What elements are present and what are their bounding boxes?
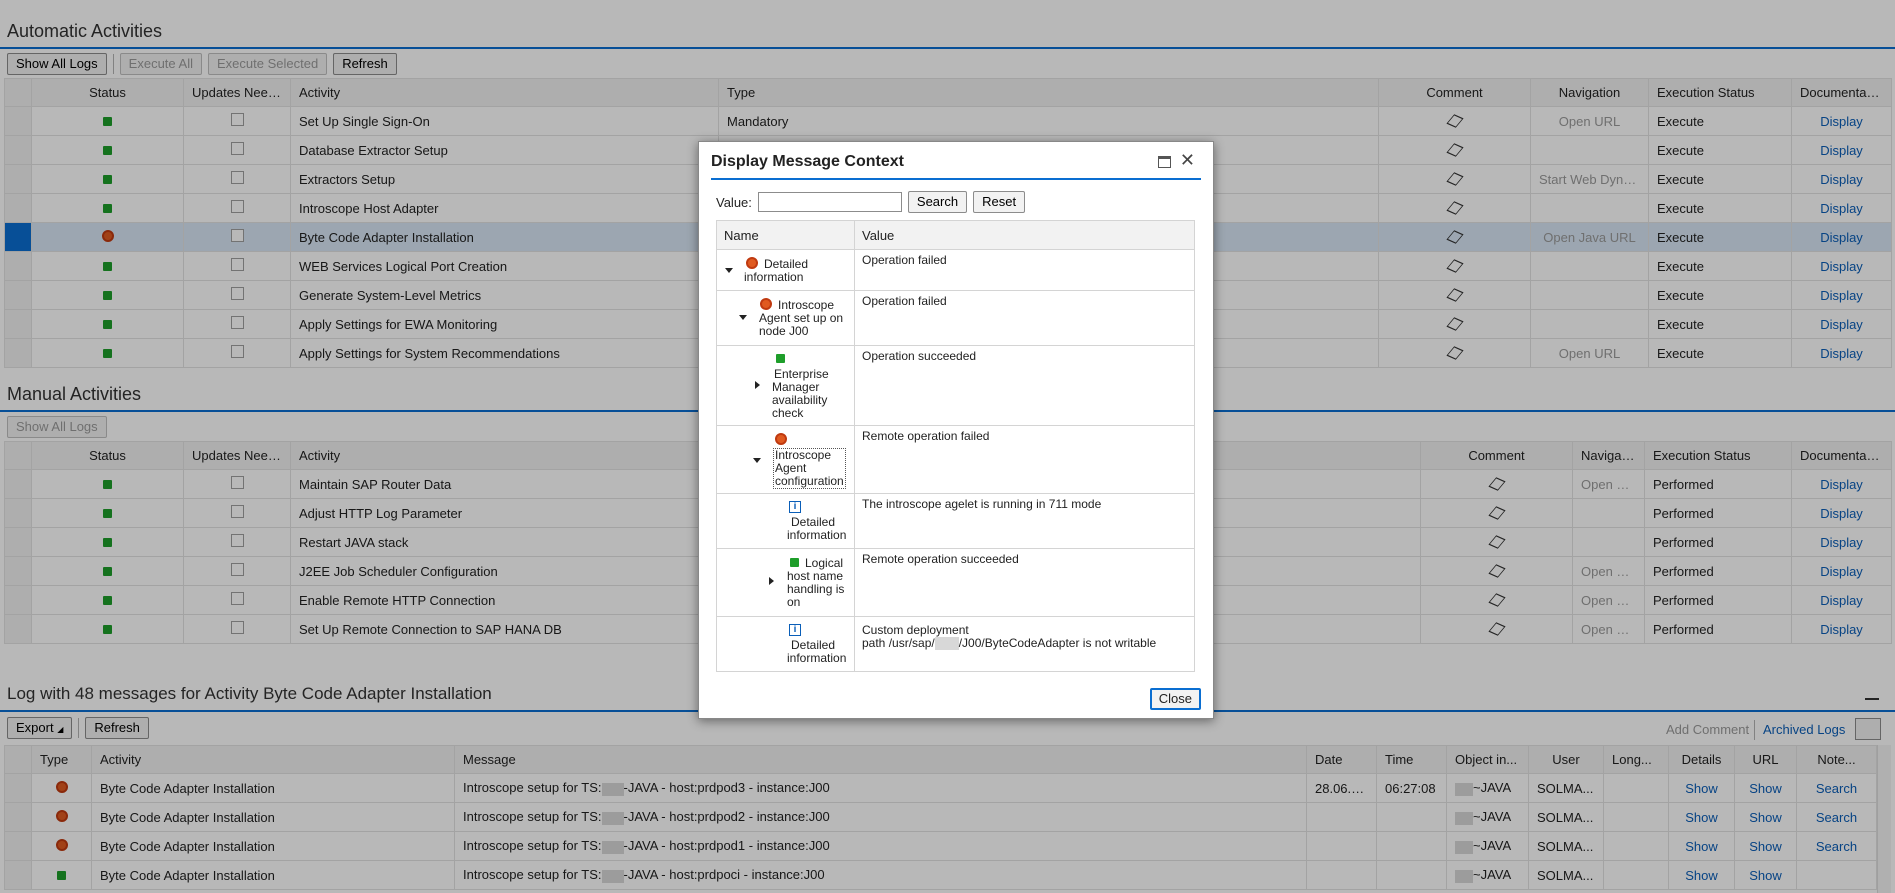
maximize-icon[interactable] [1158, 156, 1171, 168]
value-input[interactable] [757, 192, 902, 212]
value-cell: Remote operation failed [854, 425, 1195, 494]
tree-node[interactable]: i Detailed information [716, 493, 855, 549]
dialog-title-rule [711, 178, 1201, 180]
value-cell: The introscope agelet is running in 711 … [854, 493, 1195, 549]
focused-node-label[interactable]: Introscope Agent configuration [773, 448, 846, 489]
expand-toggle-icon[interactable] [739, 315, 747, 320]
expand-toggle-icon[interactable] [725, 268, 733, 273]
value-cell: Operation failed [854, 249, 1195, 291]
tree-node[interactable]: Introscope Agent set up on node J00 [716, 290, 855, 346]
node-label: information [744, 270, 804, 284]
node-label: information [787, 528, 847, 542]
dialog-filter-bar: Value: Search Reset [716, 191, 1026, 213]
value-line: path /usr/sap//J00/ByteCodeAdapter is no… [862, 636, 1157, 651]
dialog-title: Display Message Context [711, 153, 904, 170]
value-cell: Operation failed [854, 290, 1195, 346]
tree-node[interactable]: Logical host name handling is on [716, 548, 855, 617]
node-label: configuration [775, 474, 844, 488]
search-button[interactable]: Search [907, 191, 968, 213]
tree-node[interactable]: Enterprise Manager availability check [716, 345, 855, 426]
info-icon: i [789, 624, 801, 636]
redacted-text [934, 637, 959, 651]
close-button[interactable]: Close [1149, 688, 1201, 710]
reset-button[interactable]: Reset [973, 191, 1026, 213]
node-label: node J00 [759, 324, 809, 338]
error-status-icon [760, 298, 772, 310]
name-column-header[interactable]: Name [716, 220, 855, 250]
value-cell: Operation succeeded [854, 345, 1195, 426]
tree-node[interactable]: i Detailed information [716, 616, 855, 672]
value-label: Value: [716, 194, 752, 210]
success-status-icon [776, 354, 785, 363]
expand-toggle-icon[interactable] [769, 577, 774, 585]
success-status-icon [790, 558, 799, 567]
value-cell: Remote operation succeeded [854, 548, 1195, 617]
tree-node[interactable]: Detailed information [716, 249, 855, 291]
info-icon: i [789, 501, 801, 513]
display-message-context-dialog: Display Message Context ✕ Value: Search … [698, 141, 1214, 719]
node-label: check [772, 406, 804, 420]
error-status-icon [775, 433, 787, 445]
value-column-header[interactable]: Value [854, 220, 1195, 250]
message-context-table: Name Value Detailed information Operatio… [716, 220, 1195, 672]
tree-node[interactable]: Introscope Agent configuration [716, 425, 855, 494]
close-icon[interactable]: ✕ [1180, 150, 1195, 171]
expand-toggle-icon[interactable] [755, 381, 760, 389]
node-label: information [787, 651, 847, 665]
expand-toggle-icon[interactable] [753, 458, 761, 463]
error-status-icon [746, 257, 758, 269]
value-cell: Custom deployment path /usr/sap//J00/Byt… [854, 616, 1195, 672]
node-label: on [787, 595, 801, 609]
